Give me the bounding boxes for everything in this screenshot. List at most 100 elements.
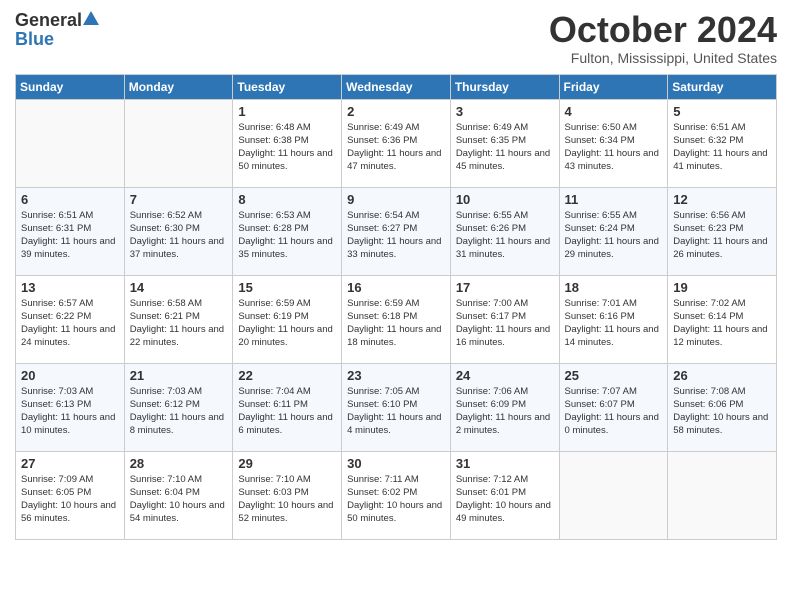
calendar-cell: 2 Sunrise: 6:49 AM Sunset: 6:36 PM Daylig…: [342, 99, 451, 187]
day-info: Sunrise: 7:05 AM Sunset: 6:10 PM Dayligh…: [347, 385, 445, 438]
weekday-header-tuesday: Tuesday: [233, 74, 342, 99]
day-number: 22: [238, 368, 336, 383]
logo-general-text: General: [15, 10, 82, 31]
day-info: Sunrise: 7:03 AM Sunset: 6:13 PM Dayligh…: [21, 385, 119, 438]
calendar-cell: 29 Sunrise: 7:10 AM Sunset: 6:03 PM Dayli…: [233, 451, 342, 539]
day-info: Sunrise: 7:01 AM Sunset: 6:16 PM Dayligh…: [565, 297, 663, 350]
calendar-cell: 13 Sunrise: 6:57 AM Sunset: 6:22 PM Dayli…: [16, 275, 125, 363]
day-info: Sunrise: 6:56 AM Sunset: 6:23 PM Dayligh…: [673, 209, 771, 262]
day-number: 18: [565, 280, 663, 295]
day-info: Sunrise: 7:04 AM Sunset: 6:11 PM Dayligh…: [238, 385, 336, 438]
day-info: Sunrise: 6:55 AM Sunset: 6:24 PM Dayligh…: [565, 209, 663, 262]
day-number: 5: [673, 104, 771, 119]
day-number: 28: [130, 456, 228, 471]
calendar-cell: 22 Sunrise: 7:04 AM Sunset: 6:11 PM Dayli…: [233, 363, 342, 451]
calendar-cell: [668, 451, 777, 539]
weekday-header-row: SundayMondayTuesdayWednesdayThursdayFrid…: [16, 74, 777, 99]
calendar-table: SundayMondayTuesdayWednesdayThursdayFrid…: [15, 74, 777, 540]
calendar-week-row: 1 Sunrise: 6:48 AM Sunset: 6:38 PM Daylig…: [16, 99, 777, 187]
calendar-cell: 16Sunrise: 6:59 AM Sunset: 6:18 PM Dayli…: [342, 275, 451, 363]
calendar-cell: 9 Sunrise: 6:54 AM Sunset: 6:27 PM Daylig…: [342, 187, 451, 275]
calendar-cell: 4 Sunrise: 6:50 AM Sunset: 6:34 PM Daylig…: [559, 99, 668, 187]
calendar-cell: [124, 99, 233, 187]
day-number: 9: [347, 192, 445, 207]
calendar-cell: 15 Sunrise: 6:59 AM Sunset: 6:19 PM Dayli…: [233, 275, 342, 363]
day-number: 19: [673, 280, 771, 295]
calendar-cell: 6Sunrise: 6:51 AM Sunset: 6:31 PM Daylig…: [16, 187, 125, 275]
calendar-cell: 19 Sunrise: 7:02 AM Sunset: 6:14 PM Dayli…: [668, 275, 777, 363]
location: Fulton, Mississippi, United States: [549, 50, 777, 66]
day-number: 16: [347, 280, 445, 295]
calendar-cell: 5 Sunrise: 6:51 AM Sunset: 6:32 PM Daylig…: [668, 99, 777, 187]
day-info: Sunrise: 7:06 AM Sunset: 6:09 PM Dayligh…: [456, 385, 554, 438]
calendar-cell: 25Sunrise: 7:07 AM Sunset: 6:07 PM Dayli…: [559, 363, 668, 451]
calendar-header: SundayMondayTuesdayWednesdayThursdayFrid…: [16, 74, 777, 99]
day-number: 13: [21, 280, 119, 295]
calendar-cell: 14Sunrise: 6:58 AM Sunset: 6:21 PM Dayli…: [124, 275, 233, 363]
weekday-header-saturday: Saturday: [668, 74, 777, 99]
calendar-cell: 24Sunrise: 7:06 AM Sunset: 6:09 PM Dayli…: [450, 363, 559, 451]
day-info: Sunrise: 7:03 AM Sunset: 6:12 PM Dayligh…: [130, 385, 228, 438]
calendar-cell: 11 Sunrise: 6:55 AM Sunset: 6:24 PM Dayli…: [559, 187, 668, 275]
calendar-cell: 3Sunrise: 6:49 AM Sunset: 6:35 PM Daylig…: [450, 99, 559, 187]
day-number: 4: [565, 104, 663, 119]
day-number: 8: [238, 192, 336, 207]
day-info: Sunrise: 6:55 AM Sunset: 6:26 PM Dayligh…: [456, 209, 554, 262]
title-section: October 2024 Fulton, Mississippi, United…: [549, 10, 777, 66]
logo: General Blue: [15, 10, 99, 50]
calendar-cell: 7Sunrise: 6:52 AM Sunset: 6:30 PM Daylig…: [124, 187, 233, 275]
calendar-cell: 12Sunrise: 6:56 AM Sunset: 6:23 PM Dayli…: [668, 187, 777, 275]
day-number: 30: [347, 456, 445, 471]
calendar-cell: 31Sunrise: 7:12 AM Sunset: 6:01 PM Dayli…: [450, 451, 559, 539]
day-info: Sunrise: 7:08 AM Sunset: 6:06 PM Dayligh…: [673, 385, 771, 438]
day-info: Sunrise: 7:12 AM Sunset: 6:01 PM Dayligh…: [456, 473, 554, 526]
calendar-cell: 27Sunrise: 7:09 AM Sunset: 6:05 PM Dayli…: [16, 451, 125, 539]
day-info: Sunrise: 6:49 AM Sunset: 6:35 PM Dayligh…: [456, 121, 554, 174]
day-info: Sunrise: 6:57 AM Sunset: 6:22 PM Dayligh…: [21, 297, 119, 350]
day-number: 17: [456, 280, 554, 295]
calendar-body: 1 Sunrise: 6:48 AM Sunset: 6:38 PM Daylig…: [16, 99, 777, 539]
calendar-week-row: 27Sunrise: 7:09 AM Sunset: 6:05 PM Dayli…: [16, 451, 777, 539]
day-info: Sunrise: 6:58 AM Sunset: 6:21 PM Dayligh…: [130, 297, 228, 350]
calendar-cell: 1 Sunrise: 6:48 AM Sunset: 6:38 PM Daylig…: [233, 99, 342, 187]
calendar-cell: [16, 99, 125, 187]
day-number: 2: [347, 104, 445, 119]
day-info: Sunrise: 6:48 AM Sunset: 6:38 PM Dayligh…: [238, 121, 336, 174]
day-info: Sunrise: 6:51 AM Sunset: 6:32 PM Dayligh…: [673, 121, 771, 174]
day-number: 6: [21, 192, 119, 207]
day-number: 20: [21, 368, 119, 383]
calendar-cell: 21 Sunrise: 7:03 AM Sunset: 6:12 PM Dayli…: [124, 363, 233, 451]
day-info: Sunrise: 6:49 AM Sunset: 6:36 PM Dayligh…: [347, 121, 445, 174]
calendar-cell: 28Sunrise: 7:10 AM Sunset: 6:04 PM Dayli…: [124, 451, 233, 539]
day-number: 21: [130, 368, 228, 383]
day-info: Sunrise: 7:00 AM Sunset: 6:17 PM Dayligh…: [456, 297, 554, 350]
day-number: 1: [238, 104, 336, 119]
weekday-header-thursday: Thursday: [450, 74, 559, 99]
day-info: Sunrise: 6:59 AM Sunset: 6:19 PM Dayligh…: [238, 297, 336, 350]
weekday-header-wednesday: Wednesday: [342, 74, 451, 99]
weekday-header-monday: Monday: [124, 74, 233, 99]
day-info: Sunrise: 6:54 AM Sunset: 6:27 PM Dayligh…: [347, 209, 445, 262]
day-number: 23: [347, 368, 445, 383]
day-number: 15: [238, 280, 336, 295]
calendar-week-row: 20 Sunrise: 7:03 AM Sunset: 6:13 PM Dayli…: [16, 363, 777, 451]
day-number: 11: [565, 192, 663, 207]
day-number: 26: [673, 368, 771, 383]
calendar-cell: [559, 451, 668, 539]
logo-blue-text: Blue: [15, 29, 54, 50]
day-info: Sunrise: 7:02 AM Sunset: 6:14 PM Dayligh…: [673, 297, 771, 350]
calendar-cell: 20 Sunrise: 7:03 AM Sunset: 6:13 PM Dayli…: [16, 363, 125, 451]
calendar-cell: 23 Sunrise: 7:05 AM Sunset: 6:10 PM Dayli…: [342, 363, 451, 451]
logo-icon: [83, 11, 99, 25]
calendar-cell: 8Sunrise: 6:53 AM Sunset: 6:28 PM Daylig…: [233, 187, 342, 275]
day-info: Sunrise: 7:11 AM Sunset: 6:02 PM Dayligh…: [347, 473, 445, 526]
calendar-cell: 30 Sunrise: 7:11 AM Sunset: 6:02 PM Dayli…: [342, 451, 451, 539]
calendar-cell: 26 Sunrise: 7:08 AM Sunset: 6:06 PM Dayli…: [668, 363, 777, 451]
day-number: 25: [565, 368, 663, 383]
day-number: 29: [238, 456, 336, 471]
day-info: Sunrise: 6:50 AM Sunset: 6:34 PM Dayligh…: [565, 121, 663, 174]
calendar-cell: 18 Sunrise: 7:01 AM Sunset: 6:16 PM Dayli…: [559, 275, 668, 363]
day-number: 27: [21, 456, 119, 471]
calendar-cell: 10Sunrise: 6:55 AM Sunset: 6:26 PM Dayli…: [450, 187, 559, 275]
day-info: Sunrise: 7:10 AM Sunset: 6:03 PM Dayligh…: [238, 473, 336, 526]
